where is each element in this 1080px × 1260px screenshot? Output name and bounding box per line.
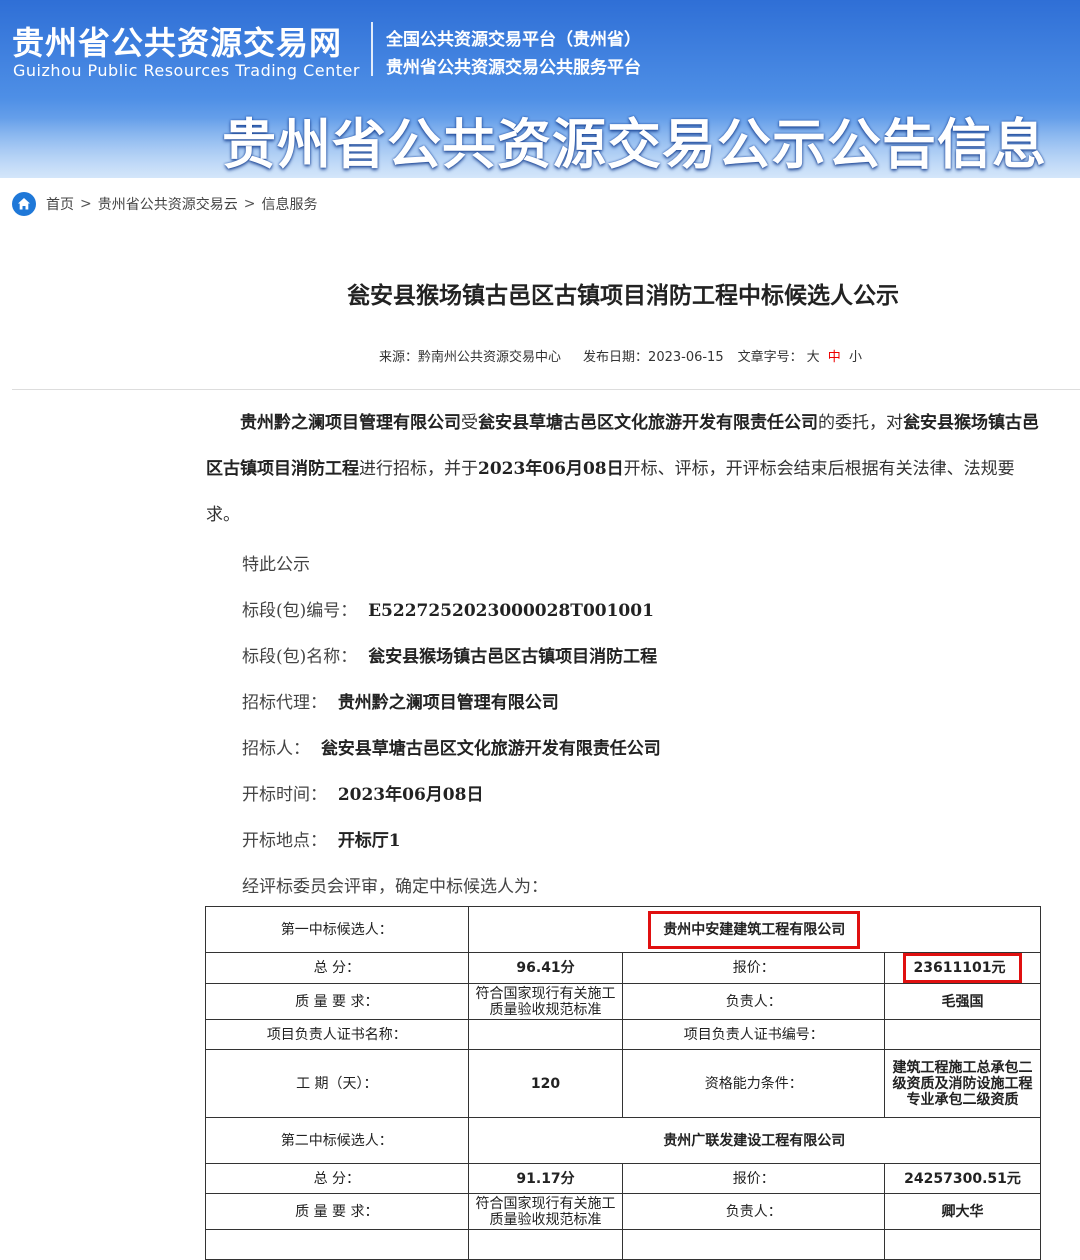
intro-agent: 贵州黔之澜项目管理有限公司: [240, 413, 461, 433]
field-label: 标段(包)编号：: [242, 601, 358, 621]
cell-qualification-label: 资格能力条件：: [622, 1049, 886, 1118]
cell-candidate-name: 贵州广联发建设工程有限公司: [467, 1117, 1042, 1164]
cell-manager-label: 负责人：: [622, 1193, 886, 1230]
breadcrumb: 首页 > 贵州省公共资源交易云 > 信息服务: [12, 192, 317, 216]
cell-manager: 卿大华: [884, 1193, 1041, 1230]
cell-price-label: 报价：: [622, 1163, 886, 1194]
notice-text: 特此公示: [242, 555, 310, 575]
cell-cert-name: [467, 1019, 624, 1050]
field-label: 开标时间：: [242, 785, 327, 805]
site-name-en: Guizhou Public Resources Trading Center: [13, 61, 360, 80]
cell-price: 24257300.51元: [884, 1163, 1041, 1194]
table-row: 总 分： 96.41分 报价： 23611101元: [205, 952, 1041, 984]
cell-empty: [884, 1229, 1041, 1260]
cell-period: 120: [467, 1049, 624, 1118]
table-row: 工 期（天）： 120 资格能力条件： 建筑工程施工总承包二级资质及消防设施工程…: [205, 1049, 1041, 1118]
cell-rank-label: 第一中标候选人：: [205, 906, 469, 953]
cell-quality-label: 质 量 要 求：: [205, 983, 469, 1020]
platform-line-2: 贵州省公共资源交易公共服务平台: [386, 58, 641, 78]
table-row: 第二中标候选人： 贵州广联发建设工程有限公司: [205, 1117, 1042, 1164]
field-section-name: 标段(包)名称： 瓮安县猴场镇古邑区古镇项目消防工程: [242, 642, 657, 667]
cell-price-label: 报价：: [622, 952, 886, 984]
cell-period-label: 工 期（天）：: [205, 1049, 469, 1118]
table-row: 质 量 要 求： 符合国家现行有关施工质量验收规范标准 负责人： 卿大华: [205, 1193, 1041, 1230]
platform-line-1: 全国公共资源交易平台（贵州省）: [386, 30, 641, 50]
cell-quality-label: 质 量 要 求：: [205, 1193, 469, 1230]
site-name-cn: 贵州省公共资源交易网: [12, 24, 343, 62]
cell-manager: 毛强国: [884, 983, 1041, 1020]
cell-empty: [622, 1229, 886, 1260]
field-value: 瓮安县猴场镇古邑区古镇项目消防工程: [368, 647, 658, 667]
source-label: 来源：: [379, 350, 419, 365]
breadcrumb-trading-cloud[interactable]: 贵州省公共资源交易云: [98, 194, 238, 214]
banner-heading: 贵州省公共资源交易公示公告信息: [222, 113, 1047, 176]
field-label: 招标人：: [242, 739, 310, 759]
table-row: 总 分： 91.17分 报价： 24257300.51元: [205, 1163, 1041, 1194]
field-open-place: 开标地点： 开标厅1: [242, 826, 401, 851]
fontsize-label: 文章字号：: [737, 350, 803, 365]
fontsize-small-link[interactable]: 小: [849, 350, 862, 365]
candidates-table: 第一中标候选人： 贵州中安建建筑工程有限公司 总 分： 96.41分 报价： 2…: [205, 906, 1042, 1260]
cell-manager-label: 负责人：: [622, 983, 886, 1020]
intro-text: 的委托，对: [818, 413, 903, 433]
table-row: 质 量 要 求： 符合国家现行有关施工质量验收规范标准 负责人： 毛强国: [205, 983, 1041, 1020]
intro-text: 受: [461, 413, 478, 433]
date-value: 2023-06-15: [648, 350, 724, 365]
cell-cert-no: [884, 1019, 1041, 1050]
cell-score: 96.41分: [467, 952, 624, 984]
fontsize-large-link[interactable]: 大: [807, 350, 820, 365]
cell-empty: [467, 1229, 624, 1260]
field-label: 招标代理：: [242, 693, 327, 713]
header-divider: [12, 389, 1080, 390]
fontsize-medium-link[interactable]: 中: [828, 350, 841, 365]
field-value: 2023年06月08日: [337, 785, 484, 805]
field-value: 贵州黔之澜项目管理有限公司: [337, 693, 559, 713]
field-value: E5227252023000028T001001: [368, 601, 654, 621]
intro-owner: 瓮安县草塘古邑区文化旅游开发有限责任公司: [478, 413, 818, 433]
field-tenderer: 招标人： 瓮安县草塘古邑区文化旅游开发有限责任公司: [242, 734, 661, 759]
intro-text: 进行招标，并于: [359, 459, 478, 479]
breadcrumb-info-service[interactable]: 信息服务: [261, 194, 317, 214]
article-meta: 来源：黔南州公共资源交易中心 发布日期：2023-06-15 文章字号： 大 中 小: [379, 346, 862, 365]
cell-score-label: 总 分：: [205, 1163, 469, 1194]
source-value: 黔南州公共资源交易中心: [418, 350, 562, 365]
breadcrumb-separator: >: [80, 196, 92, 212]
cell-score-label: 总 分：: [205, 952, 469, 984]
article-title: 瓮安县猴场镇古邑区古镇项目消防工程中标候选人公示: [347, 283, 899, 309]
field-label: 开标地点：: [242, 831, 327, 851]
date-label: 发布日期：: [583, 350, 649, 365]
cell-quality: 符合国家现行有关施工质量验收规范标准: [467, 983, 624, 1020]
breadcrumb-home[interactable]: 首页: [46, 194, 74, 214]
home-icon[interactable]: [12, 192, 36, 216]
banner-divider: [371, 22, 373, 76]
site-banner: 贵州省公共资源交易网 Guizhou Public Resources Trad…: [0, 0, 1080, 178]
cell-rank-label: 第二中标候选人：: [205, 1117, 469, 1164]
field-open-time: 开标时间： 2023年06月08日: [242, 780, 483, 805]
cell-qualification: 建筑工程施工总承包二级资质及消防设施工程专业承包二级资质: [884, 1049, 1041, 1118]
table-row: 第一中标候选人： 贵州中安建建筑工程有限公司: [205, 906, 1042, 953]
intro-open-date: 2023年06月08日: [478, 459, 624, 479]
breadcrumb-separator: >: [243, 196, 256, 212]
highlighted-price: 23611101元: [902, 953, 1023, 983]
cell-score: 91.17分: [467, 1163, 624, 1194]
intro-paragraph: 贵州黔之澜项目管理有限公司受瓮安县草塘古邑区文化旅游开发有限责任公司的委托，对瓮…: [206, 400, 1046, 538]
table-row: 项目负责人证书名称： 项目负责人证书编号：: [205, 1019, 1041, 1050]
table-row: [205, 1229, 1041, 1260]
field-value: 瓮安县草塘古邑区文化旅游开发有限责任公司: [320, 739, 661, 759]
field-agent: 招标代理： 贵州黔之澜项目管理有限公司: [242, 688, 559, 713]
field-section-number: 标段(包)编号： E5227252023000028T001001: [242, 596, 654, 621]
cell-candidate-name: 贵州中安建建筑工程有限公司: [467, 906, 1042, 953]
cell-empty: [205, 1229, 469, 1260]
cell-cert-no-label: 项目负责人证书编号：: [622, 1019, 886, 1050]
cell-quality: 符合国家现行有关施工质量验收规范标准: [467, 1193, 624, 1230]
cell-price: 23611101元: [884, 952, 1041, 984]
highlighted-candidate-name: 贵州中安建建筑工程有限公司: [648, 910, 861, 949]
field-value: 开标厅1: [337, 831, 401, 851]
cell-cert-name-label: 项目负责人证书名称：: [205, 1019, 469, 1050]
field-label: 标段(包)名称：: [242, 647, 358, 667]
conclusion-text: 经评标委员会评审，确定中标候选人为：: [242, 877, 548, 897]
